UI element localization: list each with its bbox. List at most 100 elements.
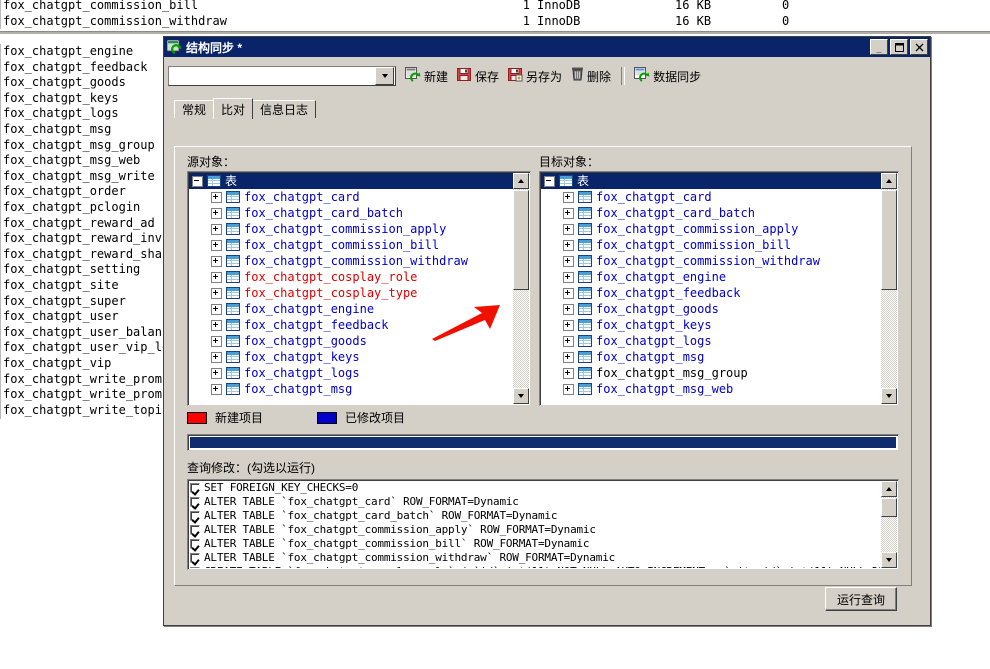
expand-toggle-icon[interactable] [211, 320, 222, 331]
tree-item[interactable]: fox_chatgpt_keys [541, 317, 881, 333]
tree-item[interactable]: fox_chatgpt_keys [189, 349, 513, 365]
tree-item[interactable]: fox_chatgpt_commission_bill [189, 237, 513, 253]
expand-toggle-icon[interactable] [211, 240, 222, 251]
table-row[interactable]: fox_chatgpt_logs [0, 106, 165, 122]
table-row[interactable]: fox_chatgpt_write_prompts_v [0, 387, 165, 403]
toolbar-data-sync-button[interactable]: 数据同步 [634, 64, 701, 88]
tree-item[interactable]: fox_chatgpt_card_batch [189, 205, 513, 221]
expand-toggle-icon[interactable] [563, 304, 574, 315]
table-row[interactable]: fox_chatgpt_engine [0, 44, 165, 60]
profile-combobox[interactable] [168, 66, 396, 86]
tree-item[interactable]: fox_chatgpt_msg [541, 349, 881, 365]
run-query-button[interactable]: 运行查询 [825, 587, 897, 611]
table-row[interactable]: fox_chatgpt_commission_bill1InnoDB16 KB0 [0, 0, 990, 14]
expand-toggle-icon[interactable] [563, 272, 574, 283]
source-tree-items[interactable]: 表fox_chatgpt_cardfox_chatgpt_card_batchf… [189, 173, 513, 404]
expand-toggle-icon[interactable] [211, 288, 222, 299]
expand-toggle-icon[interactable] [211, 304, 222, 315]
query-row[interactable]: ALTER TABLE `fox_chatgpt_card_batch` ROW… [190, 509, 880, 523]
expand-toggle-icon[interactable] [211, 256, 222, 267]
expand-toggle-icon[interactable] [563, 208, 574, 219]
tree-item[interactable]: fox_chatgpt_card [541, 189, 881, 205]
expand-toggle-icon[interactable] [563, 240, 574, 251]
toolbar-new-button[interactable]: 新建 [405, 64, 448, 88]
tree-item[interactable]: fox_chatgpt_commission_withdraw [189, 253, 513, 269]
target-scrollbar-thumb[interactable] [881, 190, 897, 290]
expand-toggle-icon[interactable] [211, 208, 222, 219]
table-row[interactable]: fox_chatgpt_super [0, 294, 165, 310]
table-row[interactable]: fox_chatgpt_write_prompts [0, 372, 165, 388]
expand-toggle-icon[interactable] [211, 352, 222, 363]
table-row[interactable]: fox_chatgpt_reward_ad [0, 216, 165, 232]
table-row[interactable]: fox_chatgpt_user [0, 309, 165, 325]
table-row[interactable]: fox_chatgpt_goods [0, 75, 165, 91]
tab-compare[interactable]: 比对 [213, 98, 253, 119]
expand-toggle-icon[interactable] [563, 352, 574, 363]
tree-item[interactable]: fox_chatgpt_goods [541, 301, 881, 317]
expand-toggle-icon[interactable] [563, 384, 574, 395]
tree-item[interactable]: fox_chatgpt_logs [541, 333, 881, 349]
query-modifications-rows[interactable]: SET FOREIGN_KEY_CHECKS=0ALTER TABLE `fox… [190, 481, 880, 568]
sql-scroll-down-button[interactable] [881, 552, 897, 568]
toolbar-save-as-button[interactable]: 另存为 [508, 64, 562, 88]
table-row[interactable]: fox_chatgpt_reward_share [0, 247, 165, 263]
target-scroll-down-button[interactable] [881, 388, 897, 404]
toolbar-save-button[interactable]: 保存 [457, 64, 499, 88]
sql-scrollbar-thumb[interactable] [881, 498, 897, 517]
source-object-tree[interactable]: 表fox_chatgpt_cardfox_chatgpt_card_batchf… [187, 171, 531, 406]
table-row[interactable]: fox_chatgpt_user_balance_lc [0, 325, 165, 341]
expand-toggle-icon[interactable] [211, 368, 222, 379]
query-row[interactable]: ALTER TABLE `fox_chatgpt_card` ROW_FORMA… [190, 495, 880, 509]
maximize-button[interactable] [890, 39, 908, 55]
table-row[interactable]: fox_chatgpt_reward_invite [0, 231, 165, 247]
tree-item[interactable]: fox_chatgpt_card [189, 189, 513, 205]
table-row[interactable]: fox_chatgpt_commission_withdraw1InnoDB16… [0, 14, 990, 30]
collapse-toggle-icon[interactable] [192, 176, 203, 187]
tree-root-node[interactable]: 表 [189, 173, 513, 189]
query-row-checkbox[interactable] [190, 497, 200, 507]
tree-item[interactable]: fox_chatgpt_engine [541, 269, 881, 285]
tab-general[interactable]: 常规 [174, 100, 214, 118]
query-row-checkbox[interactable] [190, 525, 200, 535]
tree-item[interactable]: fox_chatgpt_msg [189, 381, 513, 397]
table-row[interactable]: fox_chatgpt_keys [0, 91, 165, 107]
source-tree-scrollbar[interactable] [513, 173, 529, 404]
expand-toggle-icon[interactable] [563, 192, 574, 203]
chevron-down-icon[interactable] [375, 67, 394, 85]
minimize-button[interactable]: _ [870, 39, 888, 55]
expand-toggle-icon[interactable] [563, 256, 574, 267]
query-row[interactable]: ALTER TABLE `fox_chatgpt_commission_with… [190, 551, 880, 565]
tree-item[interactable]: fox_chatgpt_logs [189, 365, 513, 381]
source-scroll-up-button[interactable] [513, 173, 529, 189]
expand-toggle-icon[interactable] [211, 336, 222, 347]
query-modifications-list[interactable]: SET FOREIGN_KEY_CHECKS=0ALTER TABLE `fox… [187, 479, 899, 570]
query-row-checkbox[interactable] [190, 483, 200, 493]
query-row[interactable]: ALTER TABLE `fox_chatgpt_commission_bill… [190, 537, 880, 551]
tree-item[interactable]: fox_chatgpt_msg_web [541, 381, 881, 397]
table-row[interactable]: fox_chatgpt_msg_group [0, 138, 165, 154]
expand-toggle-icon[interactable] [563, 320, 574, 331]
tree-item[interactable]: fox_chatgpt_commission_apply [189, 221, 513, 237]
table-row[interactable]: fox_chatgpt_order [0, 184, 165, 200]
source-scrollbar-thumb[interactable] [513, 190, 529, 290]
table-row[interactable]: fox_chatgpt_setting [0, 262, 165, 278]
table-row[interactable]: fox_chatgpt_feedback [0, 60, 165, 76]
tree-item[interactable]: fox_chatgpt_msg_group [541, 365, 881, 381]
target-object-tree[interactable]: 表fox_chatgpt_cardfox_chatgpt_card_batchf… [539, 171, 899, 406]
close-button[interactable] [910, 39, 928, 55]
query-row-checkbox[interactable] [190, 539, 200, 549]
dialog-titlebar[interactable]: 结构同步 * _ [164, 37, 930, 57]
tree-item[interactable]: fox_chatgpt_cosplay_type [189, 285, 513, 301]
tree-item[interactable]: fox_chatgpt_commission_withdraw [541, 253, 881, 269]
table-row[interactable]: fox_chatgpt_msg [0, 122, 165, 138]
target-tree-scrollbar[interactable] [881, 173, 897, 404]
query-row[interactable]: SET FOREIGN_KEY_CHECKS=0 [190, 481, 880, 495]
target-scroll-up-button[interactable] [881, 173, 897, 189]
expand-toggle-icon[interactable] [563, 336, 574, 347]
table-row[interactable]: fox_chatgpt_pclogin [0, 200, 165, 216]
tree-item[interactable]: fox_chatgpt_commission_apply [541, 221, 881, 237]
source-scroll-down-button[interactable] [513, 388, 529, 404]
expand-toggle-icon[interactable] [211, 192, 222, 203]
query-row-checkbox[interactable] [190, 553, 200, 563]
target-tree-items[interactable]: 表fox_chatgpt_cardfox_chatgpt_card_batchf… [541, 173, 881, 404]
